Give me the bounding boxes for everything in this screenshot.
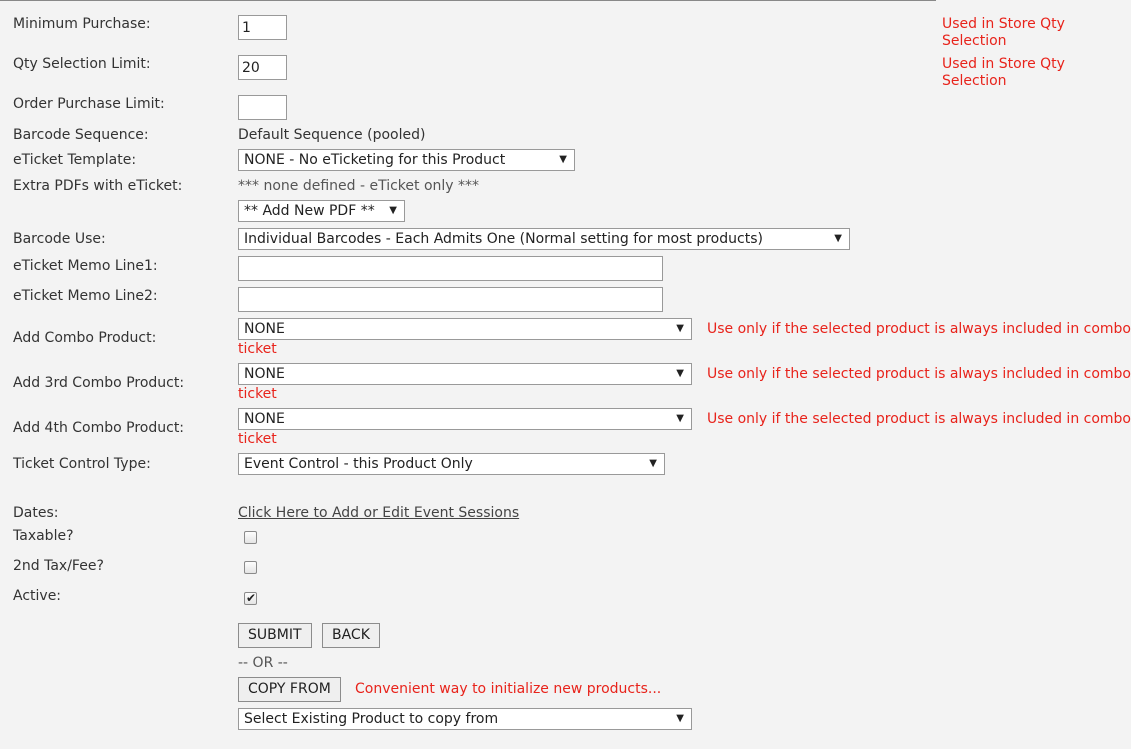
active-label: Active: [13,588,62,604]
combo-product-3-label: Add 3rd Combo Product: [13,375,185,391]
combo-product-3-note-wrap: ticket [238,386,277,402]
qty-selection-limit-label: Qty Selection Limit: [13,56,151,72]
chevron-down-icon: ▼ [676,413,684,424]
barcode-use-value: Individual Barcodes - Each Admits One (N… [244,231,763,247]
combo-product-4-note: Use only if the selected product is alwa… [707,411,1131,427]
extra-pdfs-value: *** none defined - eTicket only *** [238,178,480,194]
barcode-use-select[interactable]: Individual Barcodes - Each Admits One (N… [238,228,850,250]
ticket-control-type-label: Ticket Control Type: [13,456,151,472]
taxable-checkbox[interactable] [244,531,257,544]
combo-product-4-select[interactable]: NONE ▼ [238,408,692,430]
eticket-template-select[interactable]: NONE - No eTicketing for this Product ▼ [238,149,575,171]
memo-line1-input[interactable] [238,256,663,281]
submit-button[interactable]: SUBMIT [238,623,312,648]
qty-selection-limit-note: Used in Store Qty Selection [942,56,1065,89]
copy-from-product-value: Select Existing Product to copy from [244,711,499,727]
add-pdf-select[interactable]: ** Add New PDF ** ▼ [238,200,405,222]
memo-line1-label: eTicket Memo Line1: [13,258,158,274]
second-tax-label: 2nd Tax/Fee? [13,558,104,574]
minimum-purchase-label: Minimum Purchase: [13,16,151,32]
chevron-down-icon: ▼ [676,713,684,724]
extra-pdfs-label: Extra PDFs with eTicket: [13,178,183,194]
minimum-purchase-note: Used in Store Qty Selection [942,16,1065,49]
combo-product-3-note: Use only if the selected product is alwa… [707,366,1131,382]
chevron-down-icon: ▼ [676,368,684,379]
order-purchase-limit-label: Order Purchase Limit: [13,96,165,112]
add-pdf-value: ** Add New PDF ** [244,203,375,219]
copy-from-note: Convenient way to initialize new product… [355,681,662,697]
eticket-template-label: eTicket Template: [13,152,137,168]
back-button[interactable]: BACK [322,623,380,648]
combo-product-3-value: NONE [244,366,285,382]
chevron-down-icon: ▼ [676,323,684,334]
active-checkbox[interactable]: ✔ [244,591,257,605]
memo-line2-input[interactable] [238,287,663,312]
ticket-control-type-select[interactable]: Event Control - this Product Only ▼ [238,453,665,475]
barcode-use-label: Barcode Use: [13,231,106,247]
combo-product-3-select[interactable]: NONE ▼ [238,363,692,385]
combo-product-value: NONE [244,321,285,337]
edit-event-sessions-link[interactable]: Click Here to Add or Edit Event Sessions [238,505,519,521]
second-tax-checkbox[interactable] [244,561,257,574]
qty-selection-limit-input[interactable] [238,55,287,80]
combo-product-note: Use only if the selected product is alwa… [707,321,1131,337]
minimum-purchase-input[interactable] [238,15,287,40]
top-divider [0,0,936,1]
combo-product-select[interactable]: NONE ▼ [238,318,692,340]
eticket-template-value: NONE - No eTicketing for this Product [244,152,506,168]
combo-product-label: Add Combo Product: [13,330,157,346]
taxable-label: Taxable? [13,528,74,544]
combo-product-4-value: NONE [244,411,285,427]
order-purchase-limit-input[interactable] [238,95,287,120]
barcode-sequence-label: Barcode Sequence: [13,127,149,143]
combo-product-note-wrap: ticket [238,341,277,357]
barcode-sequence-value: Default Sequence (pooled) [238,127,426,143]
copy-from-product-select[interactable]: Select Existing Product to copy from ▼ [238,708,692,730]
chevron-down-icon: ▼ [559,154,567,165]
check-icon: ✔ [246,591,257,605]
ticket-control-type-value: Event Control - this Product Only [244,456,473,472]
copy-from-button[interactable]: COPY FROM [238,677,341,702]
dates-label: Dates: [13,505,59,521]
memo-line2-label: eTicket Memo Line2: [13,288,158,304]
combo-product-4-label: Add 4th Combo Product: [13,420,185,436]
combo-product-4-note-wrap: ticket [238,431,277,447]
chevron-down-icon: ▼ [389,205,397,216]
chevron-down-icon: ▼ [834,233,842,244]
or-separator: -- OR -- [238,655,288,671]
chevron-down-icon: ▼ [649,458,657,469]
